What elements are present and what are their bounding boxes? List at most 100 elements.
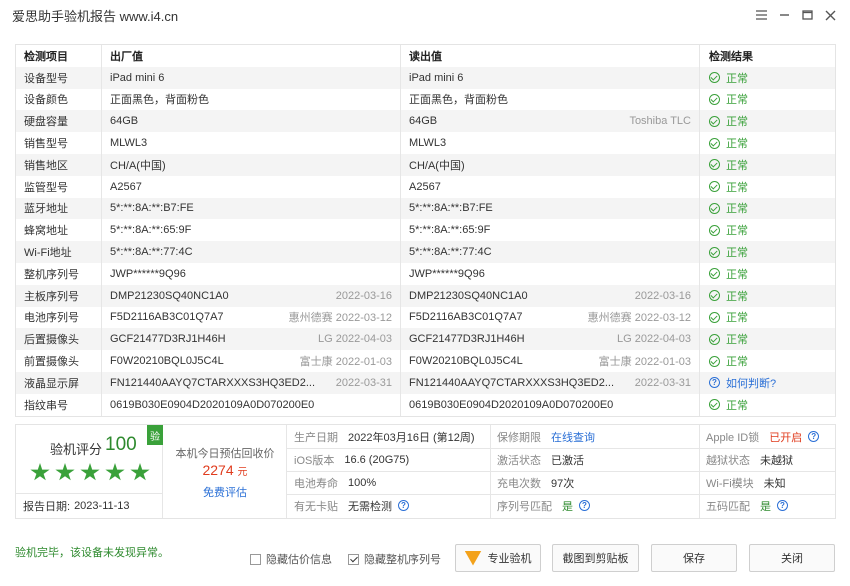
- item-name: 设备型号: [24, 72, 68, 85]
- result-cell: 正常: [699, 284, 837, 307]
- help-icon[interactable]: ?: [398, 500, 409, 511]
- read-value: F5D2116AB3C01Q7A7: [409, 311, 523, 324]
- screenshot-to-clipboard-button[interactable]: 截图到剪贴板: [552, 544, 639, 572]
- help-icon[interactable]: ?: [579, 500, 590, 511]
- item-name: 指纹串号: [24, 399, 68, 412]
- result-cell: 正常: [699, 350, 837, 372]
- info-label: 序列号匹配: [497, 500, 552, 513]
- info-value: 100%: [348, 476, 377, 489]
- read-note: Toshiba TLC: [629, 115, 691, 128]
- info-label: 电池寿命: [294, 477, 338, 490]
- result-cell: 正常: [699, 132, 837, 154]
- item-name: 蓝牙地址: [24, 203, 68, 216]
- result-text: 正常: [726, 247, 748, 260]
- factory-value: 0619B030E0904D2020109A0D070200E0: [110, 398, 315, 411]
- pro-inspection-button[interactable]: 专业验机: [455, 544, 541, 572]
- factory-note: 2022-03-31: [335, 376, 392, 389]
- how-to-judge-link[interactable]: 如何判断?: [726, 375, 776, 391]
- table-row: 电池序列号 F5D2116AB3C01Q7A7 惠州德赛 2022-03-12 F5D…: [16, 306, 835, 329]
- result-cell: 正常: [699, 88, 837, 111]
- hide-price-checkbox[interactable]: 隐藏估价信息: [250, 551, 332, 567]
- read-value-cell: GCF21477D3RJ1H46H LG 2022-04-03: [400, 328, 699, 351]
- factory-value-cell: DMP21230SQ40NC1A0 2022-03-16: [101, 284, 400, 307]
- menu-icon[interactable]: [750, 4, 773, 26]
- read-value-cell: 5*:**:8A:**:B7:FE: [400, 197, 699, 220]
- result-text: 正常: [726, 356, 748, 369]
- info-value[interactable]: 在线查询: [551, 429, 595, 445]
- read-value: 5*:**:8A:**:77:4C: [409, 246, 492, 259]
- summary-panel: 验机评分 100 验 报告日期: 2023-11-13 本机今日预估回收价 22…: [15, 424, 836, 519]
- result-cell: 正常: [699, 219, 837, 242]
- result-cell: 正常: [699, 110, 837, 133]
- read-value: GCF21477D3RJ1H46H: [409, 333, 525, 346]
- read-value: 0619B030E0904D2020109A0D070200E0: [409, 398, 614, 411]
- table-row: 液晶显示屏 FN121440AAYQ7CTARXXXS3HQ3ED2... 2022…: [16, 371, 835, 394]
- table-row: 指纹串号 0619B030E0904D2020109A0D070200E0 0619…: [16, 393, 835, 416]
- result-message: 验机完毕，该设备未发现异常。: [15, 547, 169, 559]
- info-cell: 五码匹配是?: [699, 494, 788, 517]
- factory-value-cell: 5*:**:8A:**:77:4C: [101, 241, 400, 263]
- info-cell: iOS版本 16.6 (20G75): [287, 448, 409, 471]
- question-circle-icon: ?: [709, 377, 720, 389]
- report-date-value: 2023-11-13: [74, 500, 130, 512]
- maximize-icon[interactable]: [796, 4, 819, 26]
- read-value-cell: DMP21230SQ40NC1A0 2022-03-16: [400, 284, 699, 307]
- factory-value: MLWL3: [110, 137, 148, 150]
- help-icon[interactable]: ?: [777, 500, 788, 511]
- check-circle-icon: [709, 181, 720, 193]
- table-row: 蜂窝地址 5*:**:8A:**:65:9F 5*:**:8A:**:65:9F 正常: [16, 219, 837, 242]
- factory-value: 5*:**:8A:**:65:9F: [110, 224, 192, 237]
- read-value-cell: F5D2116AB3C01Q7A7 惠州德赛 2022-03-12: [400, 306, 699, 329]
- close-button[interactable]: 关闭: [749, 544, 835, 572]
- read-value: JWP******9Q96: [409, 267, 485, 280]
- factory-value: GCF21477D3RJ1H46H: [110, 333, 226, 346]
- info-cell: 越狱状态 未越狱: [699, 448, 793, 471]
- minimize-icon[interactable]: [773, 4, 796, 26]
- info-cell: Apple ID锁 已开启?: [699, 425, 820, 448]
- table-row: 设备颜色 正面黑色，背面粉色 正面黑色，背面粉色 正常: [16, 88, 837, 111]
- price-box: 本机今日预估回收价 2274 元 免费评估: [163, 425, 287, 518]
- factory-note: 惠州德赛 2022-03-12: [288, 312, 392, 325]
- item-name: 后置摄像头: [24, 334, 79, 347]
- close-icon[interactable]: [819, 4, 842, 26]
- help-icon[interactable]: ?: [808, 431, 820, 442]
- info-value: 是: [760, 500, 771, 513]
- price-value: 2274 元: [202, 462, 248, 478]
- table-row: 后置摄像头 GCF21477D3RJ1H46H LG 2022-04-03 GCF21…: [16, 328, 835, 351]
- read-note: 惠州德赛 2022-03-12: [587, 312, 691, 325]
- free-evaluation-link[interactable]: 免费评估: [163, 484, 287, 500]
- info-cell: 序列号匹配是?: [490, 494, 590, 517]
- hide-serial-box[interactable]: [348, 553, 359, 565]
- read-value-cell: 64GB Toshiba TLC: [400, 110, 699, 133]
- result-cell: 正常: [699, 241, 837, 263]
- info-label: 有无卡贴: [294, 500, 338, 513]
- item-name: 销售型号: [24, 138, 68, 151]
- save-button[interactable]: 保存: [651, 544, 737, 572]
- factory-value: A2567: [110, 180, 142, 193]
- read-value-cell: MLWL3: [400, 132, 699, 154]
- factory-value-cell: 5*:**:8A:**:65:9F: [101, 219, 400, 242]
- hide-price-label: 隐藏估价信息: [266, 554, 332, 566]
- item-name: 液晶显示屏: [24, 377, 79, 390]
- check-circle-icon: [709, 246, 720, 258]
- factory-value: 5*:**:8A:**:77:4C: [110, 246, 193, 259]
- hide-price-box[interactable]: [250, 553, 261, 565]
- factory-value-cell: 64GB: [101, 110, 400, 133]
- price-label: 本机今日预估回收价: [175, 448, 275, 460]
- item-name: 主板序列号: [24, 290, 79, 303]
- read-value-cell: 0619B030E0904D2020109A0D070200E0: [400, 393, 699, 416]
- check-circle-icon: [709, 137, 720, 149]
- result-text: 正常: [726, 268, 748, 281]
- result-cell: 正常: [699, 197, 837, 220]
- read-note: LG 2022-04-03: [617, 333, 691, 346]
- factory-value-cell: CH/A(中国): [101, 153, 400, 176]
- hide-serial-checkbox[interactable]: 隐藏整机序列号: [348, 551, 441, 567]
- star-icon: [30, 463, 50, 481]
- check-circle-icon: [709, 115, 720, 127]
- read-value-cell: A2567: [400, 175, 699, 198]
- item-name: 前置摄像头: [24, 356, 79, 369]
- factory-value: 正面黑色，背面粉色: [110, 94, 209, 107]
- score-label: 验机评分: [50, 442, 103, 457]
- verified-v-icon: [464, 550, 482, 566]
- report-date-label: 报告日期:: [23, 501, 71, 513]
